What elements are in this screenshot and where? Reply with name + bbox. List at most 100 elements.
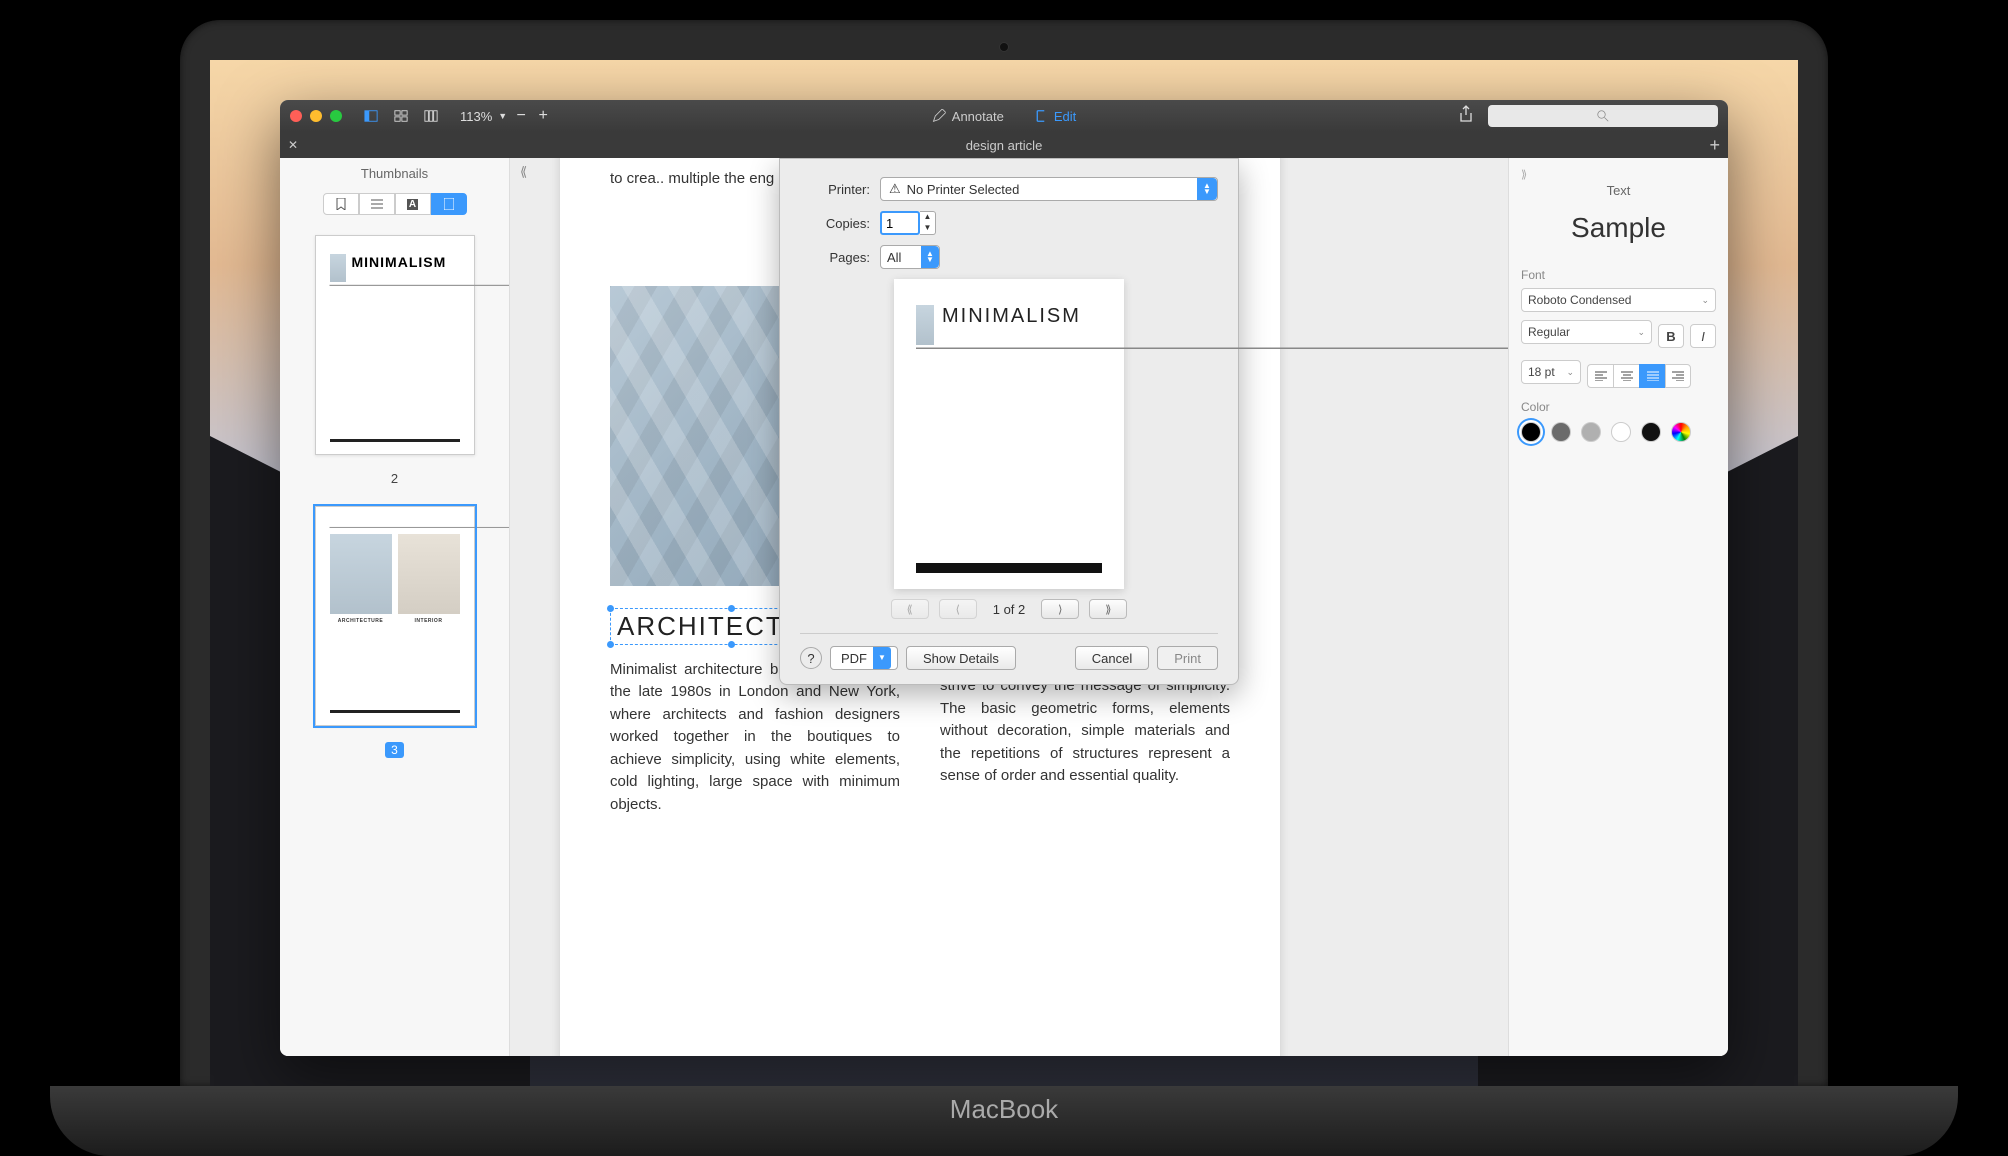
copies-label: Copies:: [800, 216, 870, 231]
laptop-base: MacBook: [50, 1086, 1958, 1156]
app-window: 113% ▼ − + Annotate Edit: [280, 100, 1728, 1056]
preview-navigation: ⟪ ⟨ 1 of 2 ⟩ ⟫: [800, 599, 1218, 619]
selection-handle[interactable]: [607, 641, 614, 648]
font-family-select[interactable]: Roboto Condensed ⌄: [1521, 288, 1716, 312]
copies-stepper[interactable]: ▲▼: [920, 211, 936, 235]
printer-select[interactable]: ⚠ No Printer Selected ▲▼: [880, 177, 1218, 201]
pdf-dropdown[interactable]: PDF ▼: [830, 646, 898, 670]
zoom-control: 113% ▼ − +: [460, 107, 551, 125]
thumb-footer-bar: [330, 710, 460, 713]
copies-input[interactable]: [880, 211, 920, 235]
camera-dot: [999, 42, 1009, 52]
selection-handle[interactable]: [607, 605, 614, 612]
search-input[interactable]: [1488, 105, 1718, 127]
prev-page-button[interactable]: ⟨: [939, 599, 977, 619]
help-button[interactable]: ?: [800, 647, 822, 669]
print-preview-page: MINIMALISM ▬▬▬▬▬▬▬▬▬▬▬▬▬▬▬▬▬▬▬▬▬▬▬▬▬▬▬▬▬…: [894, 279, 1124, 589]
selection-handle[interactable]: [728, 605, 735, 612]
pages-label: Pages:: [800, 250, 870, 265]
cancel-button[interactable]: Cancel: [1075, 646, 1149, 670]
color-swatch-white[interactable]: [1611, 422, 1631, 442]
thumb-col-image: [398, 534, 460, 614]
edit-label: Edit: [1054, 109, 1076, 124]
toolbar-modes: Annotate Edit: [932, 109, 1076, 124]
font-size-select[interactable]: 18 pt ⌄: [1521, 360, 1581, 384]
zoom-out-button[interactable]: −: [513, 107, 529, 125]
color-swatch-black[interactable]: [1521, 422, 1541, 442]
macbook-mockup: 113% ▼ − + Annotate Edit: [0, 0, 2008, 1156]
select-stepper-icon: ▲▼: [921, 246, 939, 268]
fullscreen-button[interactable]: [330, 110, 342, 122]
share-icon[interactable]: [1458, 105, 1474, 128]
laptop-frame: 113% ▼ − + Annotate Edit: [180, 20, 1828, 1086]
thumb-image-placeholder: [330, 254, 346, 282]
align-right-button[interactable]: [1665, 364, 1691, 388]
color-swatch-lightgray[interactable]: [1581, 422, 1601, 442]
bookmark-mode-button[interactable]: [323, 193, 359, 215]
pages-select[interactable]: All ▲▼: [880, 245, 940, 269]
tab-bar: ✕ design article +: [280, 132, 1728, 158]
printer-value: No Printer Selected: [907, 182, 1020, 197]
print-dialog: Printer: ⚠ No Printer Selected ▲▼ Copies…: [779, 158, 1239, 685]
edit-button[interactable]: Edit: [1034, 109, 1076, 124]
color-swatch-dark[interactable]: [1641, 422, 1661, 442]
font-weight-select[interactable]: Regular ⌄: [1521, 320, 1652, 344]
annotations-mode-button[interactable]: A: [395, 193, 431, 215]
chevron-down-icon[interactable]: ▼: [498, 111, 507, 121]
thumb-body-lines: ▬▬▬▬▬▬▬▬▬▬▬▬▬▬▬▬▬▬▬▬▬▬▬▬▬▬▬▬▬▬▬▬▬▬▬▬▬▬▬▬…: [330, 282, 460, 287]
tab-title[interactable]: design article: [966, 138, 1043, 153]
align-left-button[interactable]: [1587, 364, 1613, 388]
show-details-button[interactable]: Show Details: [906, 646, 1016, 670]
zoom-value[interactable]: 113%: [460, 109, 492, 124]
last-page-button[interactable]: ⟫: [1089, 599, 1127, 619]
select-stepper-icon: ▲▼: [1197, 178, 1217, 200]
color-section-label: Color: [1521, 400, 1716, 414]
grid-view-icon[interactable]: [390, 107, 412, 125]
thumbnails-header: Thumbnails: [280, 158, 509, 189]
step-up-icon[interactable]: ▲: [920, 212, 935, 223]
toolbar-right: [1458, 105, 1718, 128]
step-down-icon[interactable]: ▼: [920, 223, 935, 234]
window-controls: [290, 110, 342, 122]
sidebar-toggle-icon[interactable]: [360, 107, 382, 125]
close-button[interactable]: [290, 110, 302, 122]
document-canvas[interactable]: ⟪ to crea.. multiple the eng ogy ano o s…: [510, 158, 1508, 1056]
preview-body-lines: ▬▬▬▬▬▬▬▬▬▬▬▬▬▬▬▬▬▬▬▬▬▬▬▬▬▬▬▬▬▬▬▬▬▬▬▬▬▬▬▬…: [916, 345, 1102, 352]
first-page-button[interactable]: ⟪: [891, 599, 929, 619]
selection-handle[interactable]: [728, 641, 735, 648]
next-page-button[interactable]: ⟩: [1041, 599, 1079, 619]
thumbnail-page-2[interactable]: MINIMALISM ▬▬▬▬▬▬▬▬▬▬▬▬▬▬▬▬▬▬▬▬▬▬▬▬▬▬▬▬▬…: [315, 235, 475, 455]
bold-button[interactable]: B: [1658, 324, 1684, 348]
thumb-footer-bar: [330, 439, 460, 442]
preview-image-placeholder: [916, 305, 934, 345]
warning-icon: ⚠: [889, 181, 901, 197]
text-inspector: ⟫ Text Sample Font Roboto Condensed ⌄ Re…: [1508, 158, 1728, 1056]
thumbnails-mode-button[interactable]: [431, 193, 467, 215]
italic-button[interactable]: I: [1690, 324, 1716, 348]
chevron-down-icon: ⌄: [1566, 367, 1574, 378]
zoom-in-button[interactable]: +: [535, 107, 551, 125]
thumbnail-page-3[interactable]: ▬▬▬▬▬▬▬▬▬▬▬▬▬▬▬▬▬▬▬▬▬▬▬▬▬▬▬▬▬▬▬▬▬▬▬▬▬▬▬▬…: [315, 506, 475, 726]
titlebar: 113% ▼ − + Annotate Edit: [280, 100, 1728, 132]
desktop-wallpaper: 113% ▼ − + Annotate Edit: [210, 60, 1798, 1086]
tab-add-button[interactable]: +: [1709, 135, 1720, 156]
text-align-group: [1587, 364, 1691, 388]
thumbnail-page-number-selected: 3: [385, 742, 404, 758]
tab-close-button[interactable]: ✕: [280, 138, 306, 152]
minimize-button[interactable]: [310, 110, 322, 122]
thumb-col-heading: INTERIOR: [398, 618, 460, 624]
thumbnails-sidebar: Thumbnails A: [280, 158, 510, 1056]
color-swatch-gray[interactable]: [1551, 422, 1571, 442]
thumb-title: MINIMALISM: [352, 254, 447, 270]
color-swatches: [1521, 422, 1716, 442]
print-button[interactable]: Print: [1157, 646, 1218, 670]
chevron-down-icon: ⌄: [1701, 295, 1709, 306]
collapse-inspector-icon[interactable]: ⟫: [1521, 168, 1716, 181]
color-picker-button[interactable]: [1671, 422, 1691, 442]
align-justify-button[interactable]: [1639, 364, 1665, 388]
columns-view-icon[interactable]: [420, 107, 442, 125]
outline-mode-button[interactable]: [359, 193, 395, 215]
align-center-button[interactable]: [1613, 364, 1639, 388]
thumb-columns: ARCHITECTURE INTERIOR: [330, 534, 460, 624]
annotate-button[interactable]: Annotate: [932, 109, 1004, 124]
